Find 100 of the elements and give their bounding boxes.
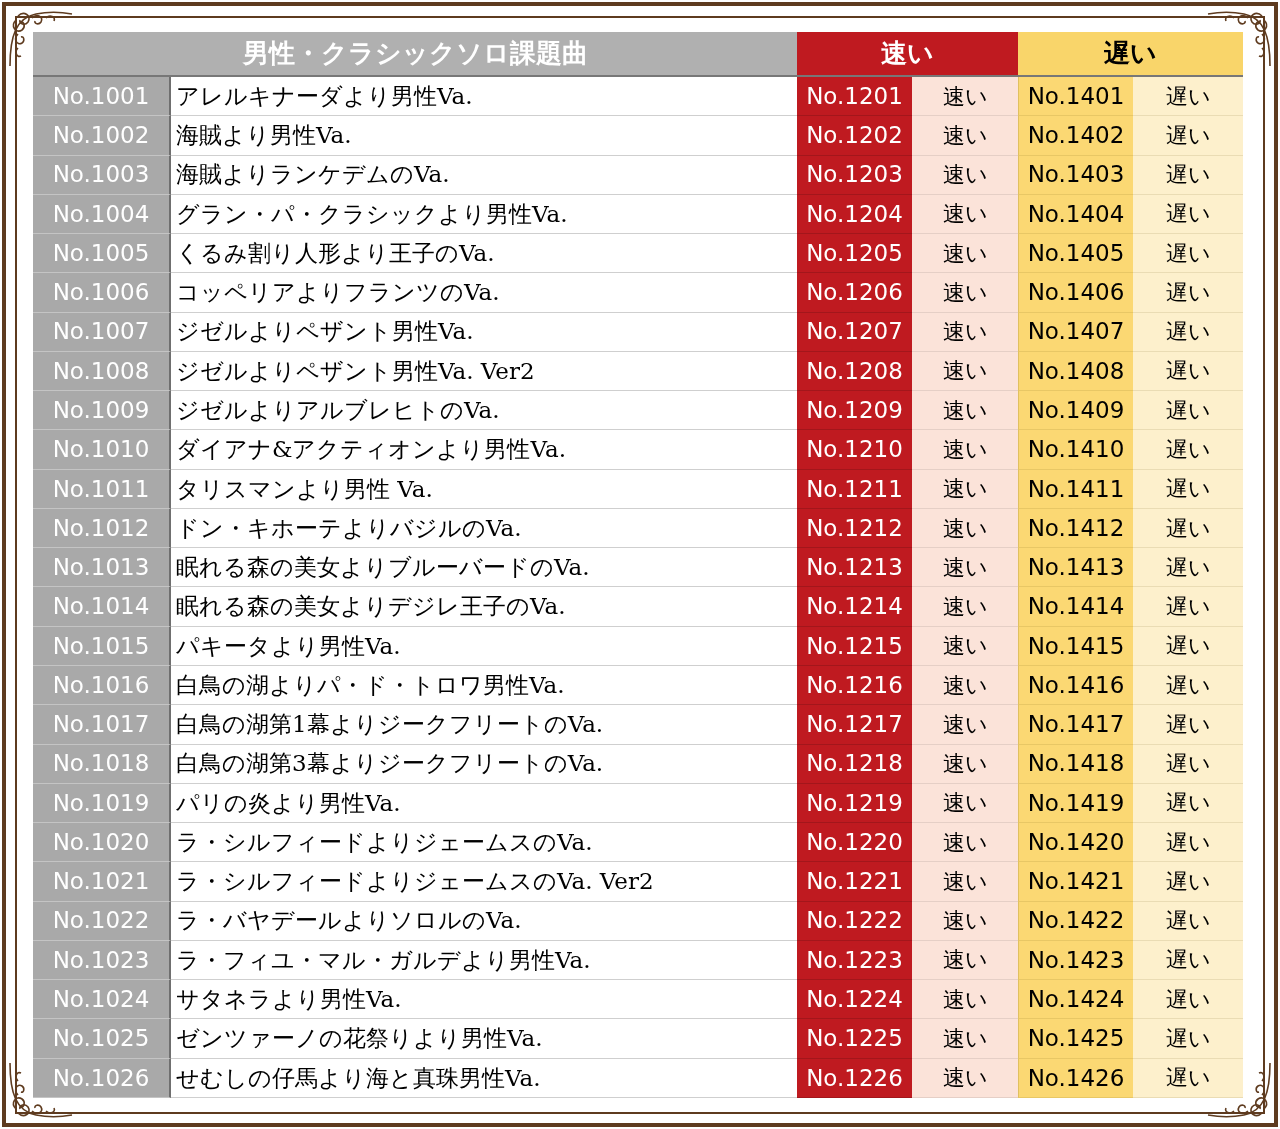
number-cell: No.1414 [1018, 587, 1133, 627]
speed-cell: 速い [912, 116, 1018, 156]
number-cell: No.1001 [33, 77, 171, 117]
number-cell: No.1404 [1018, 194, 1133, 235]
speed-cell: 速い [912, 783, 1018, 824]
speed-cell: 遅い [1133, 548, 1243, 588]
speed-cell: 速い [912, 234, 1018, 274]
number-cell: No.1407 [1018, 312, 1133, 352]
speed-cell: 速い [912, 705, 1018, 745]
number-cell: No.1421 [1018, 862, 1133, 902]
speed-cell: 遅い [1133, 587, 1243, 627]
speed-cell: 速い [912, 508, 1018, 549]
number-cell: No.1426 [1018, 1058, 1133, 1098]
number-cell: No.1212 [797, 508, 912, 549]
speed-cell: 速い [912, 194, 1018, 235]
number-cell: No.1419 [1018, 783, 1133, 824]
speed-cell: 速い [912, 980, 1018, 1020]
number-cell: No.1402 [1018, 116, 1133, 156]
speed-cell: 速い [912, 469, 1018, 509]
number-cell: No.1401 [1018, 77, 1133, 117]
speed-cell: 遅い [1133, 430, 1243, 470]
number-cell: No.1409 [1018, 391, 1133, 431]
speed-cell: 遅い [1133, 116, 1243, 156]
number-cell: No.1225 [797, 1019, 912, 1059]
speed-cell: 遅い [1133, 940, 1243, 981]
column-group-header: 男性・クラシックソロ課題曲 [33, 32, 797, 75]
number-cell: No.1216 [797, 666, 912, 706]
speed-cell: 遅い [1133, 469, 1243, 509]
speed-cell: 遅い [1133, 155, 1243, 195]
column-group-header: 遅い [1018, 32, 1243, 75]
number-cell: No.1203 [797, 155, 912, 195]
speed-cell: 速い [912, 666, 1018, 706]
speed-cell: 遅い [1133, 980, 1243, 1020]
number-cell: No.1217 [797, 705, 912, 745]
number-cell: No.1012 [33, 508, 171, 549]
number-cell: No.1224 [797, 980, 912, 1020]
number-cell: No.1006 [33, 273, 171, 313]
number-cell: No.1210 [797, 430, 912, 470]
column-group-header: 速い [797, 32, 1018, 75]
speed-cell: 遅い [1133, 862, 1243, 902]
number-cell: No.1214 [797, 587, 912, 627]
number-cell: No.1011 [33, 469, 171, 509]
speed-cell: 速い [912, 626, 1018, 666]
speed-cell: 遅い [1133, 666, 1243, 706]
number-cell: No.1415 [1018, 626, 1133, 666]
number-cell: No.1026 [33, 1058, 171, 1098]
number-cell: No.1403 [1018, 155, 1133, 195]
number-cell: No.1002 [33, 116, 171, 156]
number-cell: No.1020 [33, 823, 171, 863]
number-cell: No.1013 [33, 548, 171, 588]
number-cell: No.1222 [797, 901, 912, 941]
number-cell: No.1411 [1018, 469, 1133, 509]
speed-cell: 遅い [1133, 194, 1243, 235]
number-cell: No.1412 [1018, 508, 1133, 549]
speed-cell: 遅い [1133, 273, 1243, 313]
speed-cell: 遅い [1133, 234, 1243, 274]
number-cell: No.1021 [33, 862, 171, 902]
number-cell: No.1209 [797, 391, 912, 431]
speed-cell: 遅い [1133, 77, 1243, 117]
number-cell: No.1007 [33, 312, 171, 352]
speed-cell: 遅い [1133, 1058, 1243, 1098]
number-cell: No.1423 [1018, 940, 1133, 981]
speed-cell: 遅い [1133, 901, 1243, 941]
speed-cell: 速い [912, 744, 1018, 784]
number-cell: No.1215 [797, 626, 912, 666]
number-cell: No.1022 [33, 901, 171, 941]
number-cell: No.1003 [33, 155, 171, 195]
speed-cell: 遅い [1133, 823, 1243, 863]
number-cell: No.1207 [797, 312, 912, 352]
number-cell: No.1416 [1018, 666, 1133, 706]
number-cell: No.1206 [797, 273, 912, 313]
speed-cell: 速い [912, 862, 1018, 902]
number-cell: No.1202 [797, 116, 912, 156]
number-cell: No.1422 [1018, 901, 1133, 941]
number-cell: No.1018 [33, 744, 171, 784]
number-cell: No.1024 [33, 980, 171, 1020]
number-cell: No.1201 [797, 77, 912, 117]
speed-cell: 速い [912, 391, 1018, 431]
speed-cell: 速い [912, 155, 1018, 195]
number-cell: No.1016 [33, 666, 171, 706]
number-cell: No.1406 [1018, 273, 1133, 313]
speed-cell: 速い [912, 587, 1018, 627]
number-cell: No.1424 [1018, 980, 1133, 1020]
number-cell: No.1014 [33, 587, 171, 627]
number-cell: No.1005 [33, 234, 171, 274]
number-cell: No.1009 [33, 391, 171, 431]
number-cell: No.1220 [797, 823, 912, 863]
speed-cell: 速い [912, 77, 1018, 117]
number-cell: No.1405 [1018, 234, 1133, 274]
number-cell: No.1219 [797, 783, 912, 824]
speed-cell: 遅い [1133, 391, 1243, 431]
speed-cell: 速い [912, 823, 1018, 863]
number-cell: No.1425 [1018, 1019, 1133, 1059]
number-cell: No.1418 [1018, 744, 1133, 784]
speed-cell: 速い [912, 901, 1018, 941]
speed-cell: 遅い [1133, 1019, 1243, 1059]
number-cell: No.1208 [797, 351, 912, 392]
number-cell: No.1211 [797, 469, 912, 509]
number-cell: No.1023 [33, 940, 171, 981]
number-cell: No.1017 [33, 705, 171, 745]
